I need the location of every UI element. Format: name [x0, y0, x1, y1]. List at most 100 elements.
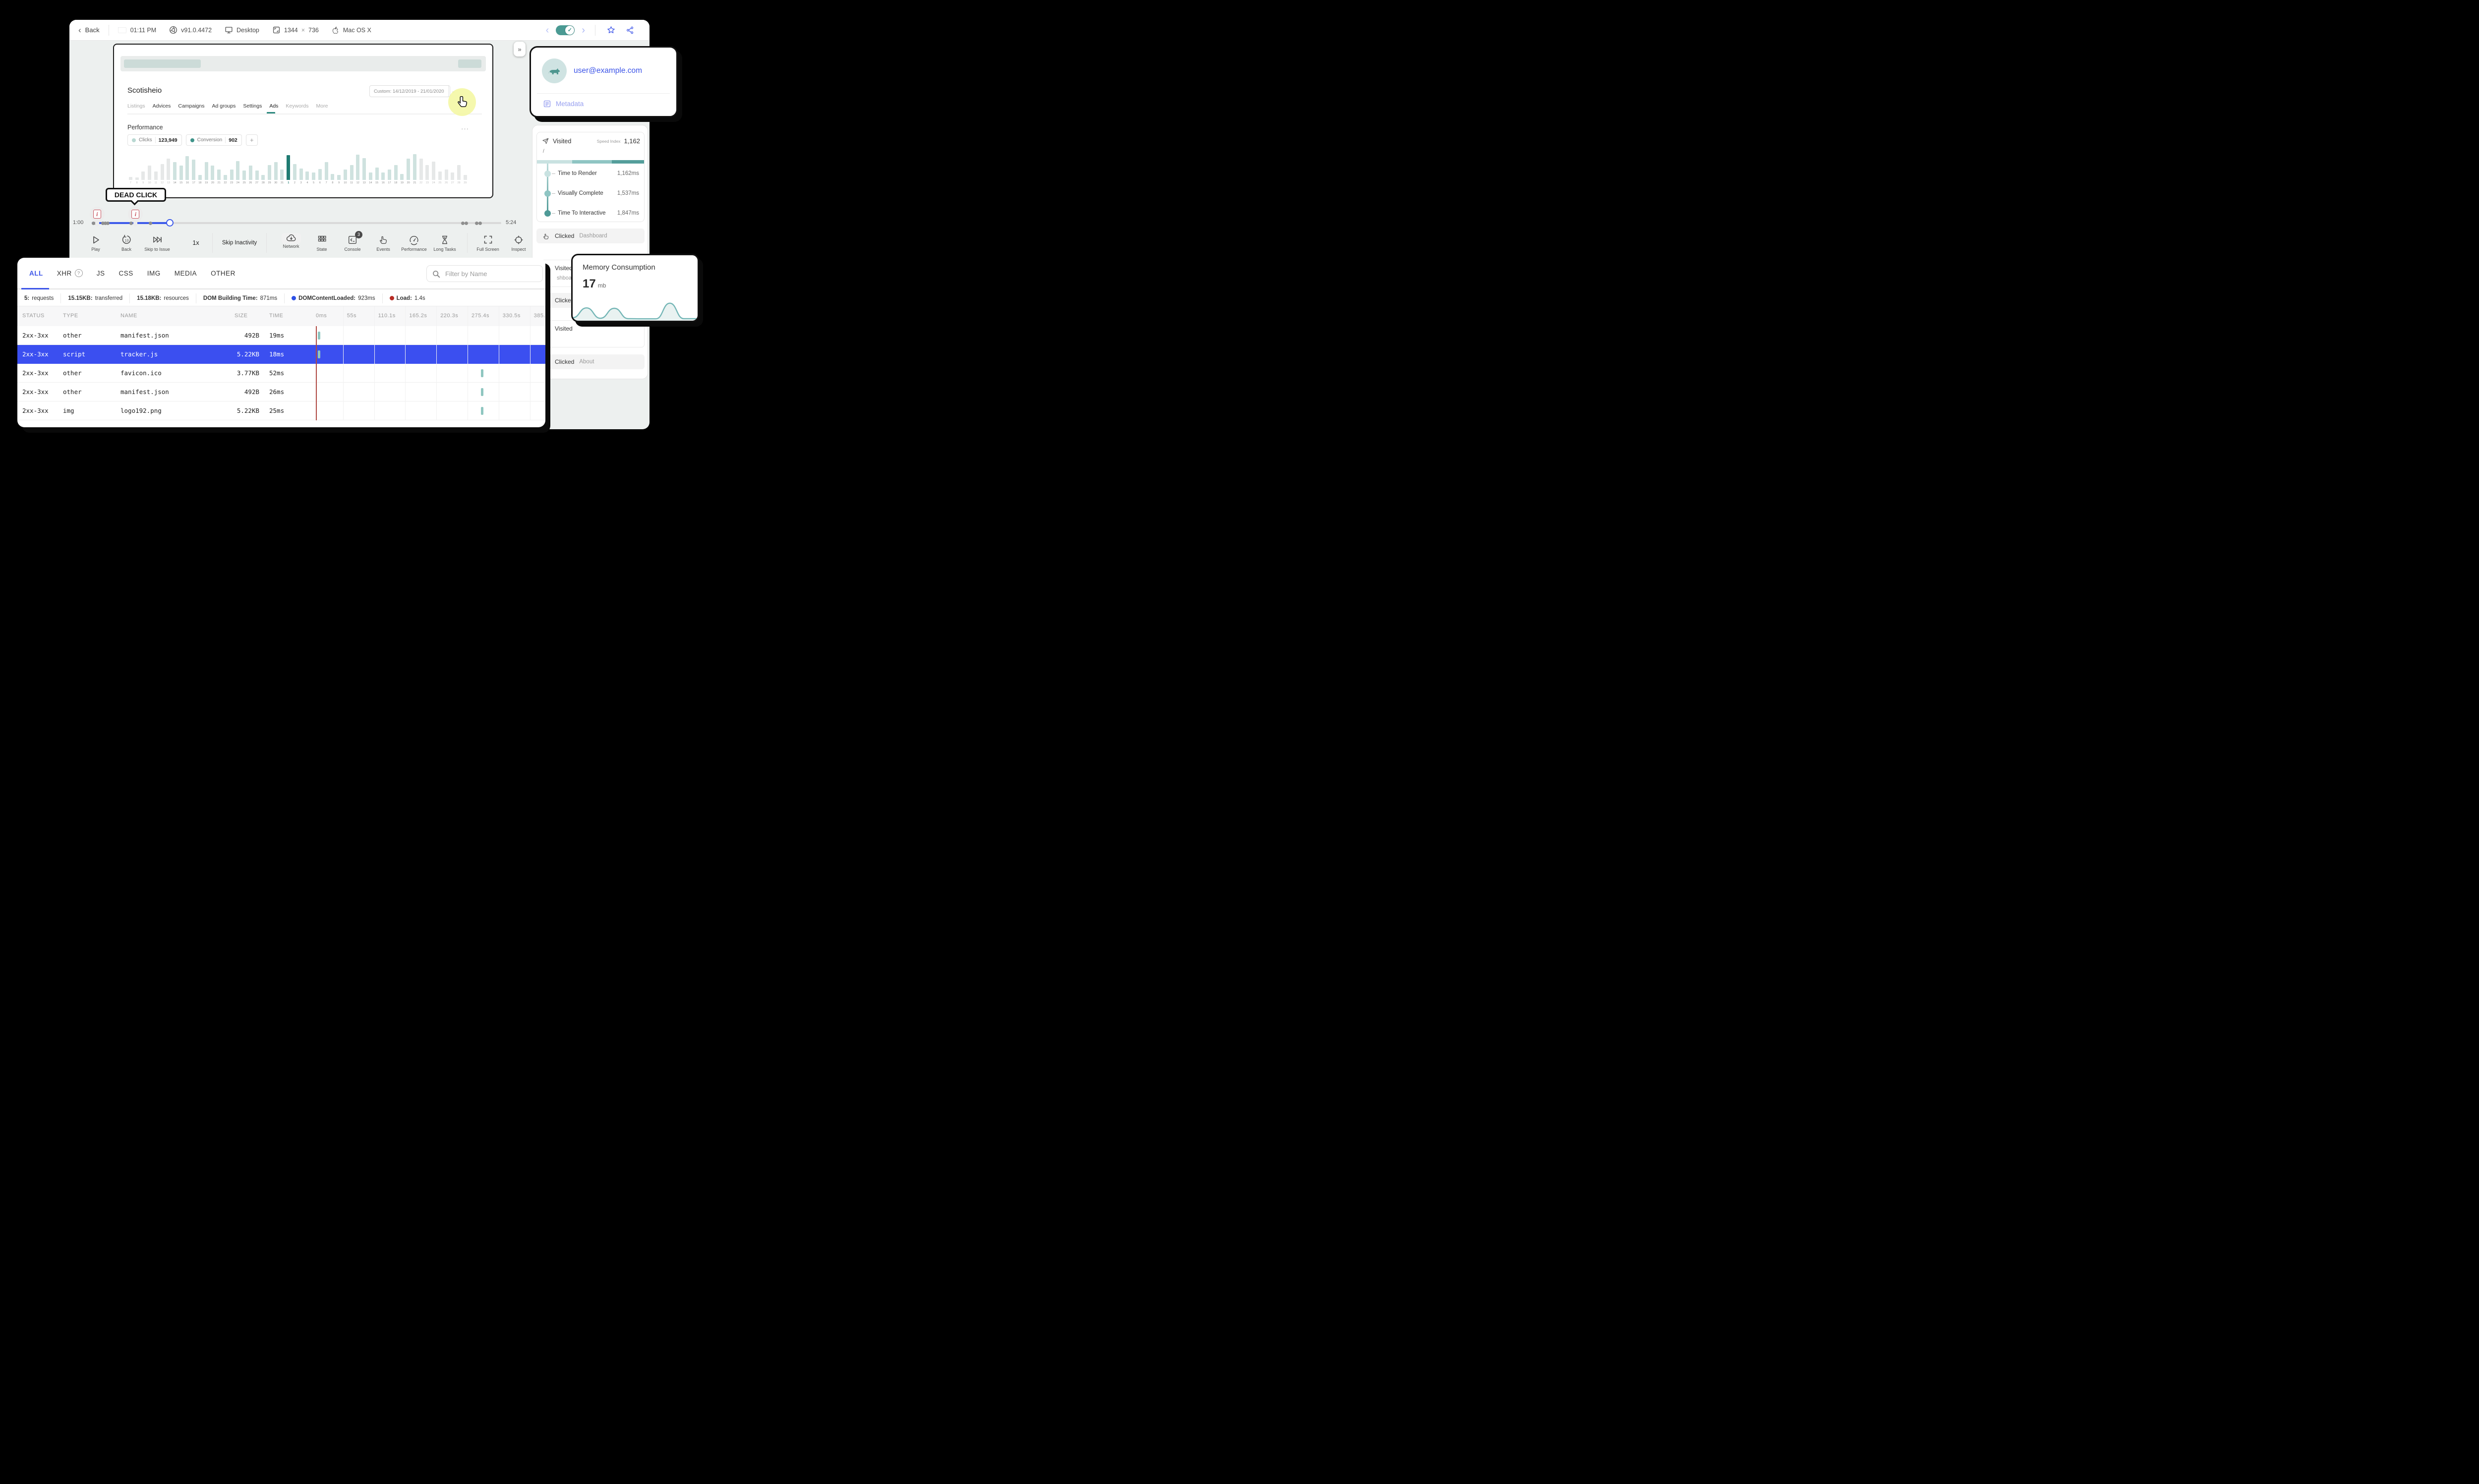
- play-button[interactable]: Play: [80, 234, 111, 252]
- dead-click-label: DEAD CLICK: [114, 191, 158, 199]
- chart-bar: 8: [134, 149, 140, 185]
- back-button[interactable]: 10 Back: [111, 234, 142, 252]
- memory-consumption-card: Memory Consumption 17 mb: [571, 254, 699, 322]
- device-label: Desktop: [236, 26, 259, 34]
- session-browser: v91.0.4472: [169, 26, 212, 34]
- site-tab-more[interactable]: More: [316, 103, 328, 109]
- panel-performance-button[interactable]: Performance: [399, 234, 429, 252]
- visited-event-row[interactable]: Visited: [536, 320, 645, 347]
- timeline-event-dot[interactable]: [478, 221, 482, 225]
- chart-bar: 10: [146, 149, 153, 185]
- visited-event-card[interactable]: Visited Speed Index 1,162 / Time to Rend…: [536, 132, 645, 222]
- control-label: Skip to Issue: [144, 246, 170, 252]
- network-request-row[interactable]: 2xx-3xx other manifest.json 492B 19ms: [17, 326, 545, 345]
- network-request-row[interactable]: 2xx-3xx other favicon.ico 3.77KB 52ms: [17, 364, 545, 383]
- site-tab-campaigns[interactable]: Campaigns: [178, 103, 204, 109]
- site-tab-listings[interactable]: Listings: [127, 103, 145, 109]
- network-tab-media[interactable]: MEDIA: [175, 270, 197, 277]
- site-tab-keywords[interactable]: Keywords: [286, 103, 308, 109]
- chart-bar: 24: [430, 149, 437, 185]
- timing-label: Visually Complete: [558, 190, 603, 196]
- panel-long-tasks-button[interactable]: Long Tasks: [429, 234, 460, 252]
- metric-chip-conversion[interactable]: Conversion 902: [185, 134, 242, 146]
- chart-bar: 18: [393, 149, 399, 185]
- prev-session-button[interactable]: ‹: [542, 25, 553, 35]
- control-label: Console: [344, 246, 361, 252]
- clicked-event-row[interactable]: Clicked Dashboard: [536, 228, 645, 243]
- controls-divider: [212, 233, 213, 253]
- network-tab-img[interactable]: IMG: [147, 270, 161, 277]
- resolution-height: 736: [308, 26, 319, 34]
- network-tab-css[interactable]: CSS: [119, 270, 133, 277]
- site-tab-ads[interactable]: Ads: [269, 103, 278, 109]
- metric-chip-clicks[interactable]: Clicks 123,949: [127, 134, 182, 146]
- panel-network-button[interactable]: Network: [276, 232, 306, 252]
- network-request-row[interactable]: 2xx-3xx other manifest.json 492B 26ms: [17, 383, 545, 401]
- skip-to-issue-button[interactable]: Skip to Issue: [142, 234, 173, 252]
- date-range-select[interactable]: Custom: 14/12/2019 - 21/01/2020 ⌄: [369, 85, 456, 97]
- share-button[interactable]: [621, 26, 640, 35]
- performance-icon: [409, 234, 419, 245]
- timeline-handle[interactable]: [166, 219, 174, 227]
- user-card: user@example.com Metadata: [530, 46, 678, 117]
- help-icon[interactable]: ?: [74, 269, 83, 277]
- autoplay-toggle[interactable]: ✓: [556, 25, 575, 35]
- timeline-event-dot[interactable]: [464, 221, 468, 225]
- network-tab-all[interactable]: ALL: [29, 270, 43, 277]
- page-skeleton-header: [120, 56, 486, 71]
- events-icon: [378, 234, 389, 245]
- chart-bar: 28: [260, 149, 266, 185]
- back-button[interactable]: ‹ Back: [78, 26, 100, 34]
- kebab-menu-icon[interactable]: ···: [461, 125, 469, 132]
- fullscreen-icon: [483, 234, 493, 245]
- chart-bar: 26: [247, 149, 254, 185]
- next-session-button[interactable]: ›: [578, 25, 589, 35]
- chart-bar: 12: [354, 149, 361, 185]
- events-sidebar: Visited Speed Index 1,162 / Time to Rend…: [532, 125, 648, 379]
- network-tab-xhr[interactable]: XHR?: [57, 269, 83, 277]
- full-screen-button[interactable]: Full Screen: [472, 234, 503, 252]
- favorite-star-button[interactable]: [601, 25, 621, 35]
- waterfall-gridline: [374, 306, 375, 420]
- timing-value: 1,537ms: [617, 190, 639, 196]
- network-request-row[interactable]: 2xx-3xx img logo192.png 5.22KB 25ms: [17, 401, 545, 420]
- skip-inactivity-button[interactable]: Skip Inactivity: [218, 240, 261, 246]
- site-tab-advices[interactable]: Advices: [153, 103, 171, 109]
- site-tab-ad-groups[interactable]: Ad groups: [212, 103, 236, 109]
- timeline-event-dot[interactable]: [474, 221, 478, 225]
- network-tab-js[interactable]: JS: [97, 270, 105, 277]
- top-toolbar: ‹ Back 01:11 PM v91.0.4472 Desktop 1344 …: [69, 20, 649, 41]
- add-metric-button[interactable]: +: [245, 134, 258, 146]
- network-request-row[interactable]: 2xx-3xx script tracker.js 5.22KB 18ms: [17, 345, 545, 364]
- issue-marker-icon[interactable]: i: [128, 207, 143, 228]
- user-email-link[interactable]: user@example.com: [574, 66, 642, 75]
- playback-speed-button[interactable]: 1x: [184, 239, 207, 246]
- panel-console-button[interactable]: 3 Console: [337, 230, 368, 252]
- filter-by-name-input[interactable]: [444, 269, 537, 278]
- timeline-event-dot[interactable]: [106, 221, 110, 225]
- network-tab-other[interactable]: OTHER: [211, 270, 236, 277]
- inspect-button[interactable]: Inspect: [503, 234, 534, 252]
- timing-metric-row: Time to Render 1,162ms: [537, 170, 644, 177]
- chart-bar: 3: [298, 149, 304, 185]
- chart-bar: 24: [235, 149, 241, 185]
- chart-bar: 12: [159, 149, 166, 185]
- panel-state-button[interactable]: State: [306, 234, 337, 252]
- waterfall-bar: [481, 407, 483, 415]
- metadata-button[interactable]: Metadata: [543, 100, 584, 108]
- chart-bar: 21: [412, 149, 418, 185]
- collapse-panel-button[interactable]: »: [514, 42, 526, 57]
- event-kind: Clicked: [555, 232, 575, 239]
- control-label: Long Tasks: [433, 246, 456, 252]
- metadata-label: Metadata: [556, 100, 584, 108]
- timeline-event-dot[interactable]: [149, 221, 153, 225]
- issue-marker-icon[interactable]: i: [89, 207, 105, 228]
- network-stat: DOMContentLoaded: 923ms: [285, 293, 383, 303]
- network-stat: DOM Building Time: 871ms: [196, 293, 285, 303]
- clicked-event-row[interactable]: Clicked About: [536, 354, 645, 369]
- panel-events-button[interactable]: Events: [368, 234, 399, 252]
- timeline-track[interactable]: ii: [89, 207, 501, 227]
- event-detail: Dashboard: [579, 233, 607, 239]
- chart-bar: 13: [361, 149, 367, 185]
- site-tab-settings[interactable]: Settings: [243, 103, 262, 109]
